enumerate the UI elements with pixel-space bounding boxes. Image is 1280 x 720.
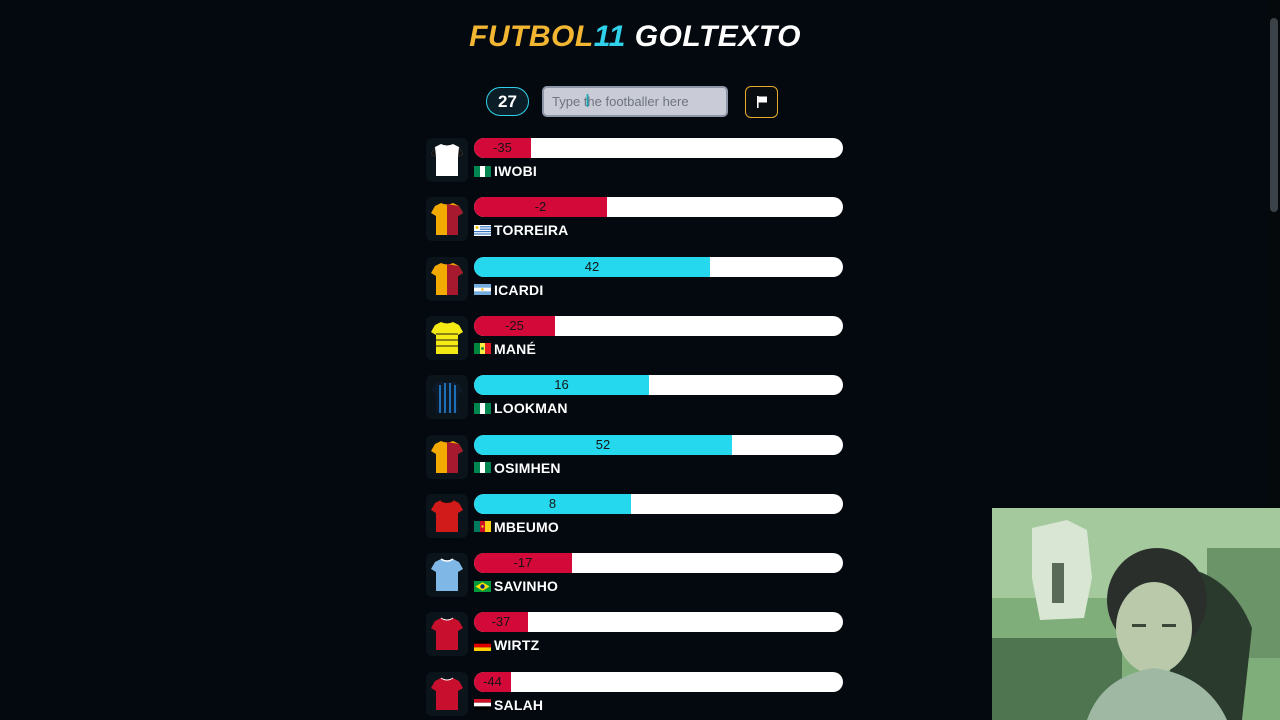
guess-row: -37 WIRTZ xyxy=(426,612,846,657)
score-bar: 52 xyxy=(474,434,843,455)
nigeria-flag-icon xyxy=(474,165,491,177)
score-bar: 8 xyxy=(474,493,843,514)
player-name: TORREIRA xyxy=(494,222,569,239)
player-name: SALAH xyxy=(494,696,544,713)
score-bar: 42 xyxy=(474,256,843,277)
score-bar: -2 xyxy=(474,197,843,218)
guess-row: -17 SAVINHO xyxy=(426,553,846,598)
germany-flag-icon xyxy=(474,639,491,651)
cameroon-flag-icon xyxy=(474,521,491,533)
webcam-feed-image xyxy=(992,508,1280,720)
score-value: -35 xyxy=(493,140,512,155)
nigeria-flag-icon xyxy=(474,402,491,414)
score-value: -44 xyxy=(483,673,502,689)
player-name: WIRTZ xyxy=(494,637,540,654)
score-bar: -17 xyxy=(474,553,843,574)
webcam-overlay xyxy=(992,508,1280,720)
score-value: -37 xyxy=(491,614,511,630)
score-value: 42 xyxy=(584,258,600,274)
guess-row: 52 OSIMHEN xyxy=(426,434,846,479)
score-bar: 16 xyxy=(474,375,843,396)
uruguay-flag-icon xyxy=(474,224,491,236)
title-eleven: 11 xyxy=(593,20,626,53)
shirt-icon xyxy=(426,256,468,301)
argentina-flag-icon xyxy=(474,284,491,296)
shirt-icon xyxy=(426,375,468,420)
player-name-line: MANÉ xyxy=(474,340,536,358)
guess-row: -25 MANÉ xyxy=(426,315,846,360)
guess-row: -35 IWOBI xyxy=(426,138,846,182)
score-bar: -44 xyxy=(474,671,843,692)
player-name-line: OSIMHEN xyxy=(474,459,561,477)
shirt-icon xyxy=(426,434,468,479)
player-name-line: MBEUMO xyxy=(474,518,559,536)
player-name-line: LOOKMAN xyxy=(474,399,568,417)
attempts-counter: 27 xyxy=(486,87,529,116)
title-goltexto: GOLTEXTO xyxy=(634,20,801,53)
guess-row: 16 LOOKMAN xyxy=(426,375,846,420)
guess-row: -2 TORREIRA xyxy=(426,197,846,242)
score-value: -2 xyxy=(534,199,547,215)
shirt-icon xyxy=(426,553,468,598)
senegal-flag-icon xyxy=(474,343,491,355)
guess-row: 8 MBEUMO xyxy=(426,493,846,538)
score-value: 8 xyxy=(548,495,557,511)
shirt-icon xyxy=(426,493,468,538)
player-name-line: TORREIRA xyxy=(474,221,568,239)
controls-bar: 27 I xyxy=(0,86,1270,118)
player-name: MBEUMO xyxy=(494,518,559,535)
guess-row: 42 ICARDI xyxy=(426,256,846,301)
score-value: -17 xyxy=(513,555,533,571)
game-page: FUTBOL11 GOLTEXTO 27 I -35 IWOBI -2 TORREIR… xyxy=(0,0,1280,720)
score-value: -25 xyxy=(505,317,524,333)
player-name: IWOBI xyxy=(494,163,537,179)
player-name: MANÉ xyxy=(494,340,537,357)
shirt-icon xyxy=(426,315,468,360)
give-up-flag-button[interactable] xyxy=(745,86,778,118)
brazil-flag-icon xyxy=(474,580,491,592)
player-name-line: IWOBI xyxy=(474,162,537,180)
shirt-icon xyxy=(426,138,468,182)
player-name: LOOKMAN xyxy=(494,400,568,417)
score-bar: -35 xyxy=(474,138,843,158)
player-name-line: WIRTZ xyxy=(474,636,539,654)
player-name-line: SAVINHO xyxy=(474,577,558,595)
score-value: 16 xyxy=(554,377,569,393)
guess-row: -44 SALAH xyxy=(426,671,846,716)
shirt-icon xyxy=(426,671,468,716)
footballer-search-input[interactable] xyxy=(542,86,728,117)
player-name: OSIMHEN xyxy=(494,459,561,476)
shirt-icon xyxy=(426,197,468,242)
nigeria-flag-icon xyxy=(474,462,491,473)
flag-icon xyxy=(756,96,767,108)
game-title: FUTBOL11 GOLTEXTO xyxy=(0,20,1270,54)
score-bar: -25 xyxy=(474,315,843,336)
score-value: 52 xyxy=(595,436,611,452)
player-name-line: ICARDI xyxy=(474,281,543,299)
scrollbar-thumb[interactable] xyxy=(1270,18,1278,212)
score-bar: -37 xyxy=(474,612,843,633)
egypt-flag-icon xyxy=(474,699,491,711)
player-name: SAVINHO xyxy=(494,578,559,595)
player-name-line: SALAH xyxy=(474,696,543,714)
shirt-icon xyxy=(426,612,468,657)
player-name: ICARDI xyxy=(494,281,544,298)
title-futbol: FUTBOL xyxy=(469,20,594,53)
